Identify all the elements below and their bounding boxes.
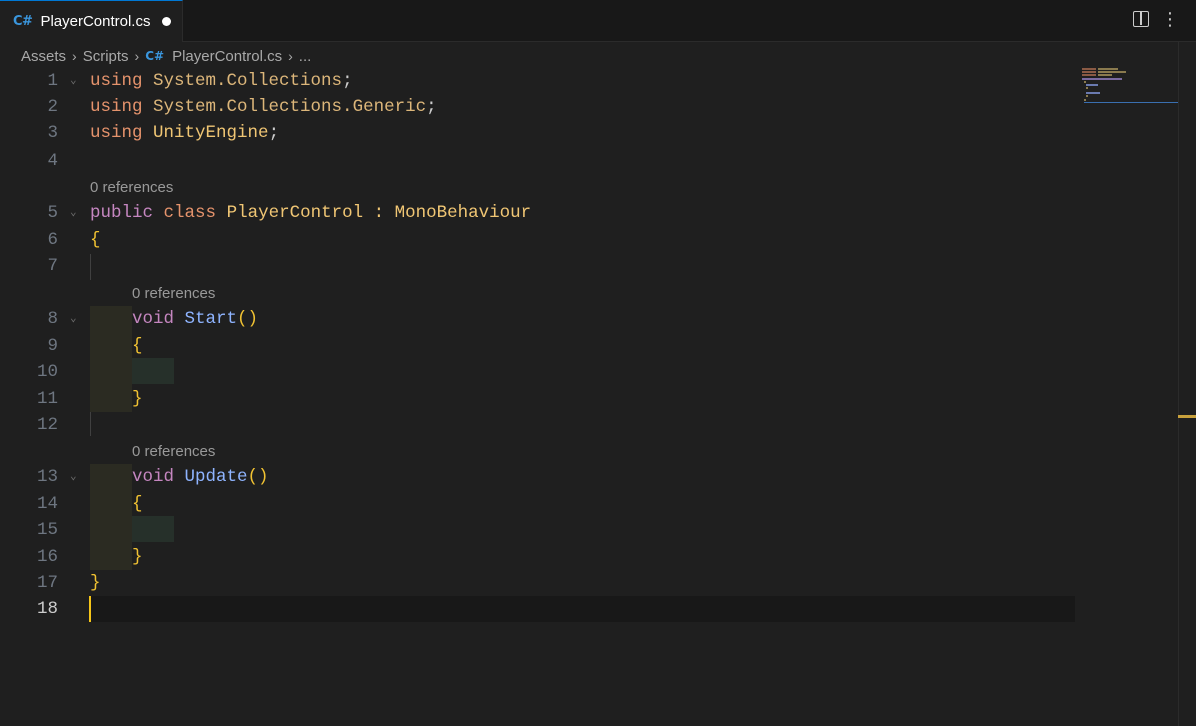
line-number[interactable]: 12 [0, 412, 58, 438]
keyword: using [90, 71, 143, 91]
breadcrumb-item-file[interactable]: PlayerControl.cs [172, 48, 282, 65]
keyword: void [132, 309, 175, 329]
line-number[interactable]: 1 [0, 68, 58, 94]
base-class: MonoBehaviour [394, 203, 532, 223]
minimap[interactable] [1082, 64, 1178, 104]
code-line[interactable]: 6 { [0, 227, 1075, 253]
line-number[interactable]: 4 [0, 148, 58, 174]
codelens-references[interactable]: 0 references [132, 439, 215, 465]
code-line[interactable]: 13 ⌄ void Update() [0, 464, 1075, 490]
keyword: public [90, 203, 154, 223]
split-editor-icon[interactable] [1133, 11, 1149, 27]
line-number[interactable]: 8 [0, 306, 58, 332]
namespace: System.Collections [153, 71, 343, 91]
chevron-right-icon: › [134, 48, 140, 64]
code-line[interactable]: 2 using System.Collections.Generic; [0, 94, 1075, 120]
punctuation: ; [268, 123, 280, 143]
line-number-active[interactable]: 18 [0, 596, 58, 622]
codelens-references[interactable]: 0 references [90, 175, 173, 201]
line-number[interactable]: 13 [0, 464, 58, 490]
minimap-viewport[interactable] [1084, 102, 1178, 103]
breadcrumb-item-assets[interactable]: Assets [21, 48, 66, 65]
code-line[interactable]: 12 [0, 412, 1075, 438]
keyword: using [90, 123, 143, 143]
fold-chevron-icon[interactable]: ⌄ [70, 68, 77, 94]
code-line[interactable]: 5 ⌄ public class PlayerControl : MonoBeh… [0, 200, 1075, 226]
keyword: using [90, 97, 143, 117]
scrollbar-cursor-marker [1178, 415, 1196, 418]
parens: () [247, 467, 269, 487]
namespace: System.Collections.Generic [153, 97, 427, 117]
line-number[interactable]: 2 [0, 94, 58, 120]
code-line[interactable]: 4 [0, 148, 1075, 174]
breadcrumb: Assets › Scripts › C# PlayerControl.cs ›… [21, 45, 311, 67]
method-name: Update [184, 467, 248, 487]
fold-chevron-icon[interactable]: ⌄ [70, 464, 77, 490]
brace: } [132, 389, 143, 409]
line-number[interactable]: 10 [0, 359, 58, 385]
editor-actions: ⋮ [1133, 10, 1180, 28]
vertical-scrollbar[interactable] [1178, 42, 1196, 726]
code-line[interactable]: 1 ⌄ using System.Collections; [0, 68, 1075, 94]
keyword: void [132, 467, 175, 487]
breadcrumb-ellipsis[interactable]: ... [299, 48, 312, 65]
brace: } [132, 547, 143, 567]
code-line[interactable]: 3 using UnityEngine; [0, 120, 1075, 146]
more-actions-icon[interactable]: ⋮ [1161, 10, 1180, 28]
code-line[interactable]: 18 [0, 596, 1075, 622]
keyword: class [163, 203, 217, 223]
code-line[interactable]: 7 [0, 253, 1075, 279]
code-editor[interactable]: 1 ⌄ using System.Collections; 2 using Sy… [0, 68, 1082, 726]
code-line[interactable]: 9 { [0, 333, 1075, 359]
line-number[interactable]: 7 [0, 253, 58, 279]
method-name: Start [184, 309, 238, 329]
line-number[interactable]: 17 [0, 570, 58, 596]
brace: { [132, 494, 143, 514]
chevron-right-icon: › [72, 48, 77, 64]
parens: () [237, 309, 259, 329]
brace: { [132, 336, 143, 356]
fold-chevron-icon[interactable]: ⌄ [70, 306, 77, 332]
line-number[interactable]: 11 [0, 386, 58, 412]
code-line[interactable]: 14 { [0, 491, 1075, 517]
code-line[interactable]: 10 [0, 359, 1075, 385]
codelens-references[interactable]: 0 references [132, 281, 215, 307]
brace: { [90, 230, 101, 250]
punctuation: ; [342, 71, 353, 91]
breadcrumb-item-scripts[interactable]: Scripts [83, 48, 129, 65]
chevron-right-icon: › [288, 48, 293, 64]
line-number[interactable]: 14 [0, 491, 58, 517]
line-number[interactable]: 9 [0, 333, 58, 359]
csharp-file-icon: C# [145, 49, 165, 63]
line-number[interactable]: 5 [0, 200, 58, 226]
tab-playercontrol[interactable]: C# PlayerControl.cs [0, 0, 183, 42]
csharp-file-icon: C# [13, 14, 33, 29]
code-line[interactable]: 16 } [0, 544, 1075, 570]
tab-bar: C# PlayerControl.cs ⋮ [0, 0, 1196, 42]
line-number[interactable]: 16 [0, 544, 58, 570]
namespace: UnityEngine [153, 123, 269, 143]
code-line[interactable]: 17 } [0, 570, 1075, 596]
punctuation: : [373, 203, 385, 223]
class-name: PlayerControl [226, 203, 364, 223]
code-line[interactable]: 11 } [0, 386, 1075, 412]
brace: } [90, 573, 101, 593]
line-number[interactable]: 6 [0, 227, 58, 253]
punctuation: ; [426, 97, 437, 117]
fold-chevron-icon[interactable]: ⌄ [70, 200, 77, 226]
tab-label: PlayerControl.cs [40, 13, 151, 30]
unsaved-dot-icon[interactable] [162, 17, 172, 26]
line-number[interactable]: 3 [0, 120, 58, 146]
line-number[interactable]: 15 [0, 517, 58, 543]
code-line[interactable]: 15 [0, 517, 1075, 543]
code-line[interactable]: 8 ⌄ void Start() [0, 306, 1075, 332]
